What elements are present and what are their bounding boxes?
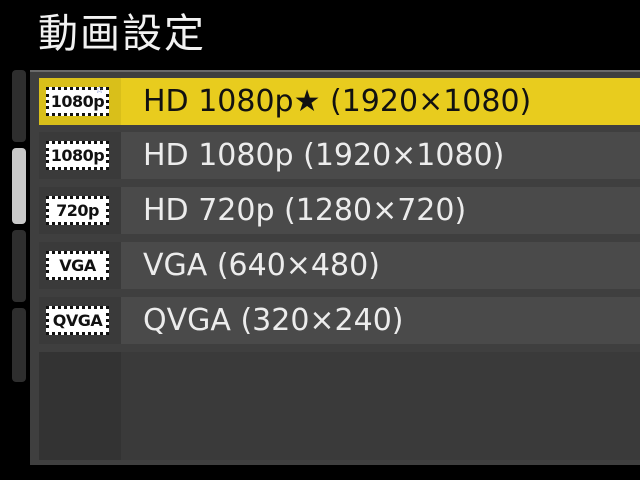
menu-item-hd-1080p[interactable]: 1080p HD 1080p (1920×1080) xyxy=(39,132,640,179)
menu-item-label: QVGA (320×240) xyxy=(143,303,404,338)
icon-cell: 720p xyxy=(39,187,121,234)
scroll-segment xyxy=(12,308,26,382)
icon-text: QVGA xyxy=(52,311,103,330)
menu-empty-area xyxy=(39,352,640,460)
icon-text: 720p xyxy=(56,201,99,220)
page-title: 動画設定 xyxy=(38,11,206,57)
scroll-segment xyxy=(12,70,26,142)
icon-text: 1080p xyxy=(50,146,105,165)
qvga-icon: QVGA xyxy=(46,306,109,335)
bottom-bar xyxy=(0,465,640,480)
icon-cell: QVGA xyxy=(39,297,121,344)
scroll-indicator[interactable] xyxy=(12,70,28,382)
movie-settings-menu: 1080p ☆ HD 1080p★ (1920×1080) 1080p HD 1… xyxy=(30,70,640,467)
hd-1080p-star-icon: 1080p ☆ xyxy=(46,85,109,116)
menu-item-hd-1080p-star[interactable]: 1080p ☆ HD 1080p★ (1920×1080) xyxy=(39,78,640,125)
star-icon: ☆ xyxy=(95,85,104,96)
menu-item-qvga[interactable]: QVGA QVGA (320×240) xyxy=(39,297,640,344)
scroll-thumb[interactable] xyxy=(12,148,26,224)
menu-item-vga[interactable]: VGA VGA (640×480) xyxy=(39,242,640,289)
vga-icon: VGA xyxy=(46,251,109,280)
menu-item-label: HD 1080p (1920×1080) xyxy=(143,138,505,173)
menu-item-label: VGA (640×480) xyxy=(143,248,380,283)
hd-1080p-icon: 1080p xyxy=(46,141,109,170)
hd-720p-icon: 720p xyxy=(46,196,109,225)
scroll-segment xyxy=(12,230,26,302)
icon-cell: VGA xyxy=(39,242,121,289)
menu-item-label: HD 1080p★ (1920×1080) xyxy=(143,84,532,119)
camera-menu-screen: 動画設定 1080p ☆ HD 1080p★ (1920×1080) 1080p… xyxy=(0,0,640,480)
menu-item-hd-720p[interactable]: 720p HD 720p (1280×720) xyxy=(39,187,640,234)
icon-text: VGA xyxy=(59,256,96,275)
menu-item-label: HD 720p (1280×720) xyxy=(143,193,467,228)
icon-cell: 1080p xyxy=(39,132,121,179)
icon-cell: 1080p ☆ xyxy=(39,78,121,125)
empty-icon-column xyxy=(39,352,121,460)
